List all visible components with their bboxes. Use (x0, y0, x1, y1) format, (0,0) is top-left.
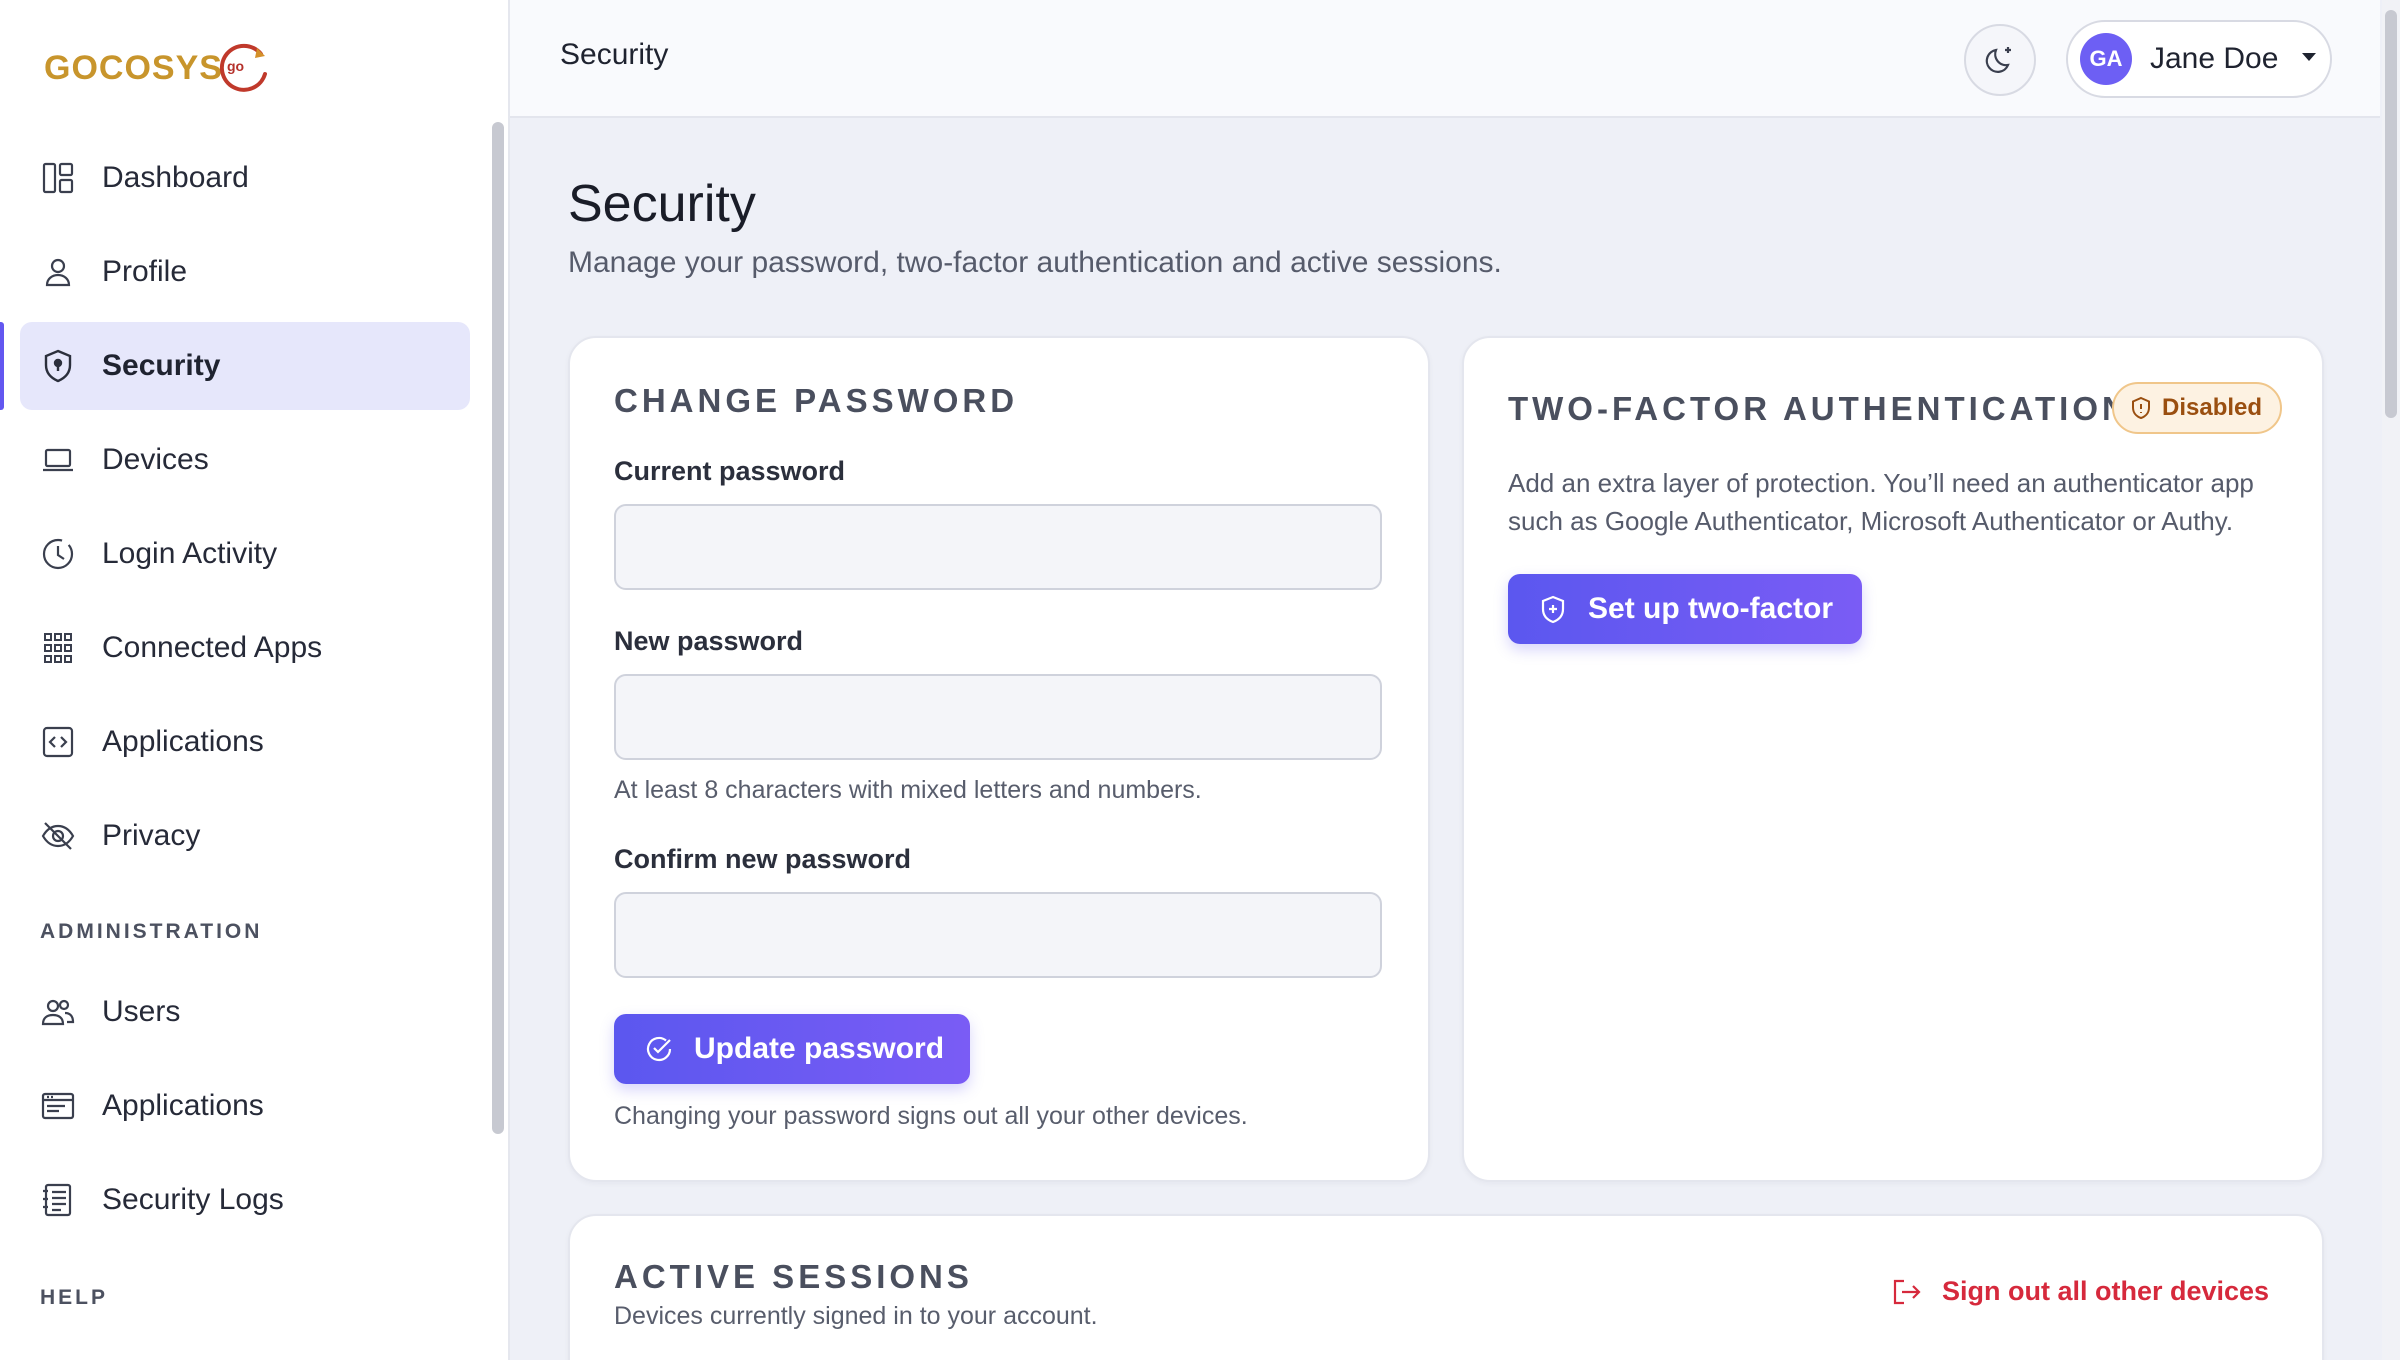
check-circle-icon (644, 1034, 674, 1064)
page-title: Security (568, 175, 756, 233)
topbar: Security GA Jane Doe (510, 0, 2380, 118)
sidebar-item-label: Login Activity (102, 537, 278, 570)
logout-icon (1890, 1277, 1922, 1307)
nav-section-administration: ADMINISTRATION (40, 920, 263, 943)
sidebar-item-label: Devices (102, 443, 209, 476)
current-password-label: Current password (614, 456, 846, 486)
shield-alert-icon (2130, 396, 2152, 420)
sidebar-item-security-logs[interactable]: Security Logs (20, 1156, 470, 1244)
active-sessions-card: ACTIVE SESSIONS Devices currently signed… (568, 1214, 2324, 1360)
grid-icon (40, 630, 76, 666)
avatar: GA (2080, 33, 2132, 85)
user-menu-button[interactable]: GA Jane Doe (2066, 20, 2332, 98)
shield-icon (40, 348, 76, 384)
new-password-label: New password (614, 626, 804, 656)
users-icon (40, 994, 76, 1030)
sidebar-item-privacy[interactable]: Privacy (20, 792, 470, 880)
two-factor-card: TWO-FACTOR AUTHENTICATION Disabled Add a… (1462, 336, 2324, 1182)
sidebar-item-profile[interactable]: Profile (20, 228, 470, 316)
moon-star-icon (1982, 42, 2018, 78)
sidebar-item-admin-applications[interactable]: Applications (20, 1062, 470, 1150)
topbar-title: Security (560, 38, 669, 71)
log-icon (40, 1182, 76, 1218)
caret-down-icon (2300, 50, 2318, 68)
setup-two-factor-button[interactable]: Set up two-factor (1508, 574, 1862, 644)
window-icon (40, 1088, 76, 1124)
brand-name: GOCOSYS (44, 48, 223, 87)
sign-out-all-link[interactable]: Sign out all other devices (1890, 1276, 2269, 1307)
sidebar-item-label: Profile (102, 255, 188, 288)
new-password-input[interactable] (614, 674, 1382, 760)
active-sessions-subtitle: Devices currently signed in to your acco… (614, 1302, 1098, 1330)
setup-two-factor-label: Set up two-factor (1588, 592, 1833, 625)
active-nav-indicator (0, 322, 4, 410)
sidebar-item-label: Dashboard (102, 161, 249, 194)
sidebar: GOCOSYS go Dashboard Profile Security De… (0, 0, 510, 1360)
update-password-button[interactable]: Update password (614, 1014, 970, 1084)
confirm-password-label: Confirm new password (614, 844, 912, 874)
sidebar-item-label: Connected Apps (102, 631, 323, 664)
status-badge: Disabled (2112, 382, 2283, 434)
sidebar-scrollbar[interactable] (492, 122, 504, 1134)
sidebar-item-label: Users (102, 995, 181, 1028)
shield-plus-icon (1538, 594, 1568, 624)
theme-toggle-button[interactable] (1964, 24, 2036, 96)
active-sessions-heading: ACTIVE SESSIONS (614, 1258, 973, 1295)
update-password-label: Update password (694, 1032, 945, 1065)
status-badge-label: Disabled (2162, 394, 2263, 421)
brand-mark-text: go (226, 58, 245, 74)
two-factor-description: Add an extra layer of protection. You’ll… (1508, 468, 2254, 536)
nav-section-help: HELP (40, 1286, 109, 1309)
sign-out-all-label: Sign out all other devices (1942, 1276, 2270, 1306)
sidebar-item-users[interactable]: Users (20, 968, 470, 1056)
brand-logo[interactable]: GOCOSYS go (44, 36, 273, 100)
change-password-footnote: Changing your password signs out all you… (614, 1102, 1248, 1130)
sidebar-item-applications[interactable]: Applications (20, 698, 470, 786)
current-password-input[interactable] (614, 504, 1382, 590)
sidebar-item-label: Applications (102, 1089, 264, 1122)
brand-mark-icon: go (217, 40, 273, 96)
sidebar-item-dashboard[interactable]: Dashboard (20, 134, 470, 222)
two-factor-heading: TWO-FACTOR AUTHENTICATION (1508, 390, 2130, 427)
laptop-icon (40, 442, 76, 478)
change-password-card: CHANGE PASSWORD Current password New pas… (568, 336, 1430, 1182)
page-scrollbar-thumb[interactable] (2385, 10, 2397, 418)
sidebar-item-connected-apps[interactable]: Connected Apps (20, 604, 470, 692)
sidebar-item-login-activity[interactable]: Login Activity (20, 510, 470, 598)
confirm-password-input[interactable] (614, 892, 1382, 978)
page-subtitle: Manage your password, two-factor authent… (568, 246, 1502, 279)
sidebar-item-security[interactable]: Security (20, 322, 470, 410)
user-icon (40, 254, 76, 290)
page-scrollbar[interactable] (2382, 0, 2400, 1360)
sidebar-item-label: Security (102, 349, 221, 382)
new-password-helper: At least 8 characters with mixed letters… (614, 776, 1202, 804)
sidebar-item-label: Applications (102, 725, 264, 758)
user-name: Jane Doe (2150, 42, 2279, 75)
dashboard-icon (40, 160, 76, 196)
change-password-heading: CHANGE PASSWORD (614, 382, 1019, 419)
eye-off-icon (40, 818, 76, 854)
code-icon (40, 724, 76, 760)
sidebar-item-label: Security Logs (102, 1183, 284, 1216)
clock-icon (40, 536, 76, 572)
sidebar-item-label: Privacy (102, 819, 201, 852)
sidebar-item-devices[interactable]: Devices (20, 416, 470, 504)
